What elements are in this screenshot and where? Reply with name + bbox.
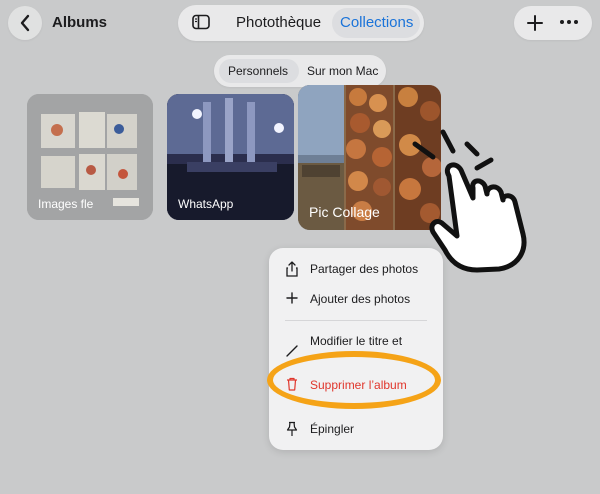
pencil-icon (286, 345, 298, 357)
tab-phototheque[interactable]: Photothèque (236, 14, 321, 31)
menu-item-label: Épingler (310, 422, 355, 436)
album-title: Images fle (38, 197, 94, 211)
menu-item-add-photos[interactable]: Ajouter des photos (269, 286, 443, 312)
album-title: Pic Collage (309, 204, 380, 220)
highlight-ring (267, 351, 441, 409)
album-title: WhatsApp (178, 197, 234, 211)
tab-collections[interactable]: Collections (340, 14, 413, 31)
back-button[interactable] (8, 6, 42, 40)
add-button[interactable] (523, 11, 547, 40)
chevron-left-icon (20, 14, 30, 32)
menu-item-pin[interactable]: Épingler (269, 416, 443, 442)
sidebar-toggle-button[interactable] (192, 14, 210, 35)
plus-icon (286, 292, 298, 304)
more-icon (560, 20, 578, 24)
sidebar-icon (192, 14, 210, 30)
menu-item-share-photos[interactable]: Partager des photos (269, 256, 443, 282)
menu-item-label: Ajouter des photos (310, 292, 411, 306)
album-source-control: Personnels Sur mon Mac (214, 55, 386, 87)
plus-icon (527, 15, 543, 31)
subtab-personnels[interactable]: Personnels (228, 64, 288, 78)
subtab-sur-mon-mac[interactable]: Sur mon Mac (307, 64, 378, 78)
album-context-menu: Partager des photos Ajouter des photos M… (269, 248, 443, 450)
action-buttons (514, 6, 592, 40)
album-card-images-fle[interactable]: Images fle (27, 94, 153, 220)
menu-item-label: Partager des photos (310, 262, 419, 276)
top-segmented-control: Photothèque Collections (178, 5, 424, 41)
more-button[interactable] (560, 20, 578, 24)
menu-item-label: Modifier le titre et (310, 334, 403, 348)
menu-separator (285, 320, 427, 321)
page-title: Albums (52, 14, 108, 31)
pin-icon (286, 421, 298, 436)
album-card-whatsapp[interactable]: WhatsApp (167, 94, 294, 220)
share-icon (286, 261, 298, 277)
